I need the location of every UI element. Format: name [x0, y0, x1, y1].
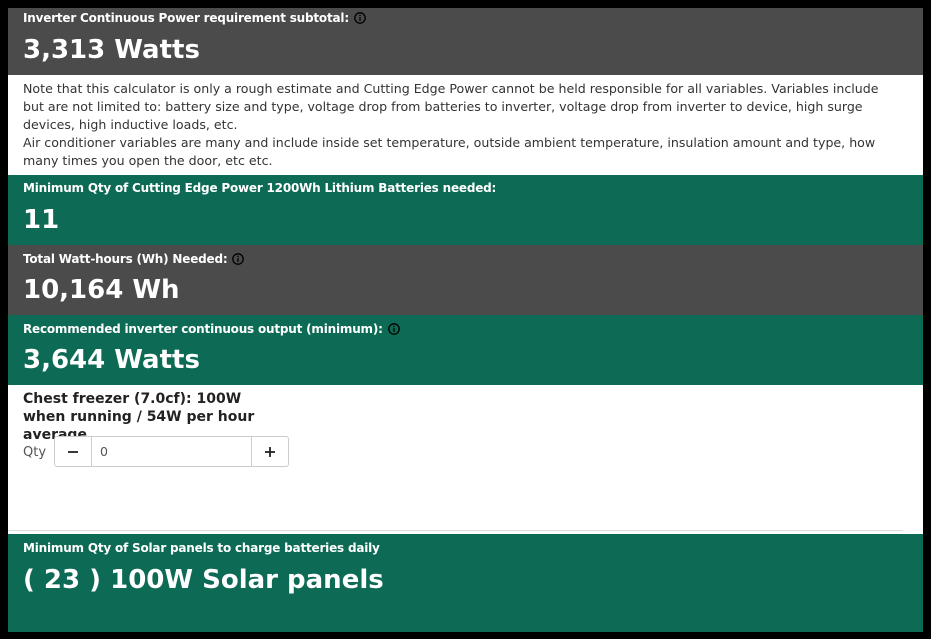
- divider: [8, 530, 903, 531]
- total-watt-hours-label-row: Total Watt-hours (Wh) Needed:: [23, 252, 245, 266]
- plus-icon: [265, 446, 275, 457]
- recommended-inverter-value: 3,644 Watts: [23, 345, 200, 375]
- info-icon[interactable]: [354, 12, 366, 24]
- batteries-needed-label: Minimum Qty of Cutting Edge Power 1200Wh…: [23, 181, 497, 195]
- calculator-results: Inverter Continuous Power requirement su…: [8, 8, 923, 632]
- inverter-subtotal-panel: Inverter Continuous Power requirement su…: [8, 8, 923, 75]
- inverter-subtotal-label-row: Inverter Continuous Power requirement su…: [23, 11, 366, 25]
- recommended-inverter-label-row: Recommended inverter continuous output (…: [23, 322, 400, 336]
- recommended-inverter-panel: Recommended inverter continuous output (…: [8, 315, 923, 385]
- decrement-button[interactable]: [55, 437, 92, 466]
- disclaimer-paragraph: Air conditioner variables are many and i…: [23, 135, 876, 168]
- disclaimer-paragraph: Note that this calculator is only a roug…: [23, 81, 879, 132]
- quantity-stepper: [54, 436, 289, 467]
- minus-icon: [68, 450, 78, 453]
- solar-panels-label: Minimum Qty of Solar panels to charge ba…: [23, 541, 380, 555]
- quantity-input[interactable]: [92, 437, 251, 466]
- increment-button[interactable]: [251, 437, 288, 466]
- recommended-inverter-label: Recommended inverter continuous output (…: [23, 322, 383, 336]
- disclaimer-note: Note that this calculator is only a roug…: [23, 80, 903, 170]
- batteries-needed-panel: Minimum Qty of Cutting Edge Power 1200Wh…: [8, 175, 923, 245]
- inverter-subtotal-label: Inverter Continuous Power requirement su…: [23, 11, 349, 25]
- inverter-subtotal-value: 3,313 Watts: [23, 35, 200, 65]
- batteries-needed-value: 11: [23, 205, 60, 235]
- solar-panels-value: ( 23 ) 100W Solar panels: [23, 565, 384, 595]
- solar-panels-panel: Minimum Qty of Solar panels to charge ba…: [8, 534, 923, 632]
- total-watt-hours-label: Total Watt-hours (Wh) Needed:: [23, 252, 228, 266]
- total-watt-hours-panel: Total Watt-hours (Wh) Needed: 10,164 Wh: [8, 245, 923, 315]
- qty-label: Qty: [23, 445, 47, 460]
- info-icon[interactable]: [387, 323, 400, 335]
- total-watt-hours-value: 10,164 Wh: [23, 275, 180, 305]
- info-icon[interactable]: [232, 253, 245, 265]
